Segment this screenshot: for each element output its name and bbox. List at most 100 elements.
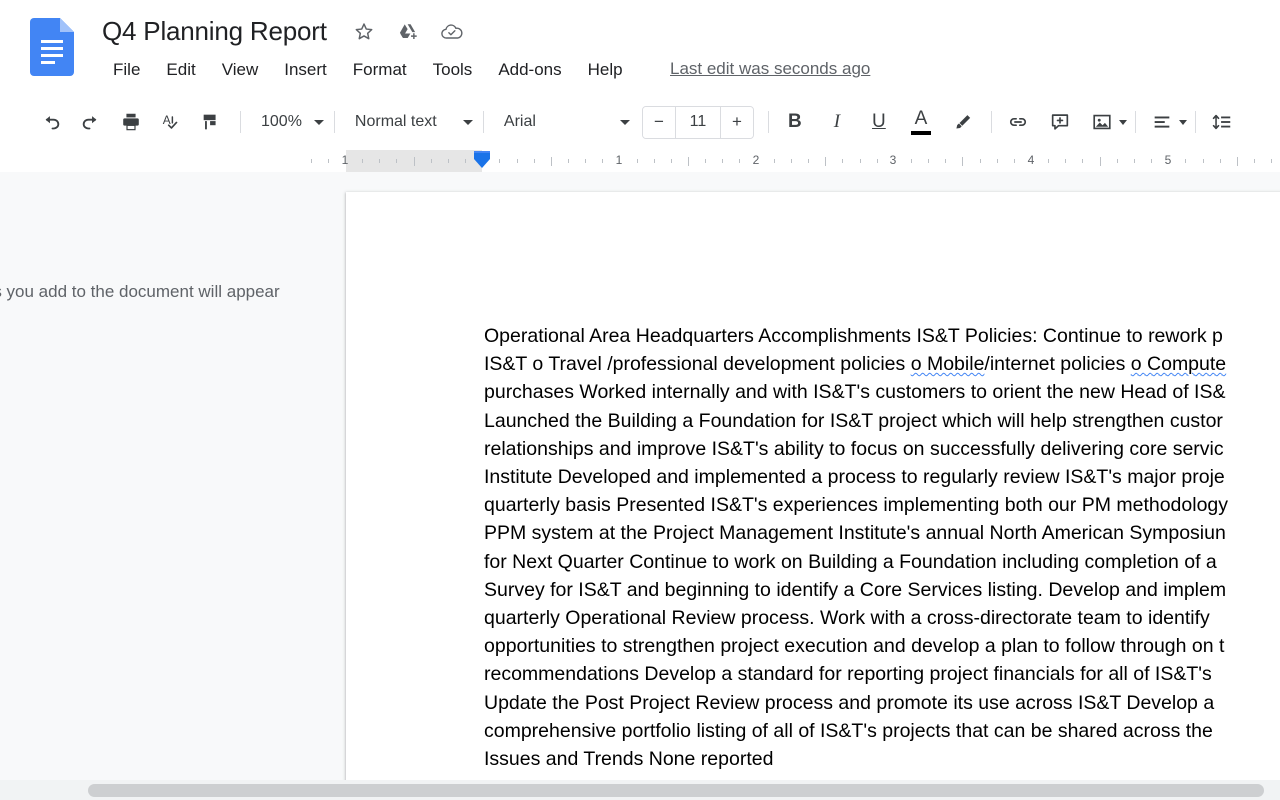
formatting-toolbar: A 100% Normal text Arial	[0, 98, 1280, 146]
print-button[interactable]	[116, 107, 146, 137]
move-to-drive-icon[interactable]	[396, 20, 420, 44]
document-ruler[interactable]: 1 1 2 3 4 5	[0, 150, 1280, 173]
toolbar-divider	[1135, 111, 1136, 133]
image-options-chevron-down-icon[interactable]	[1119, 120, 1127, 125]
ruler-number: 1	[616, 153, 623, 167]
ruler-tick	[671, 159, 672, 163]
document-page[interactable]: Operational Area Headquarters Accomplish…	[346, 192, 1280, 792]
align-button[interactable]	[1146, 106, 1178, 138]
indent-marker-bar	[474, 151, 490, 159]
svg-text:A: A	[163, 113, 171, 127]
menu-item-insert[interactable]: Insert	[271, 57, 340, 83]
horizontal-scrollbar-track[interactable]	[0, 780, 1280, 800]
ruler-tick	[362, 159, 363, 163]
highlight-color-button[interactable]	[947, 106, 979, 138]
font-size-input[interactable]: 11	[675, 107, 721, 138]
paragraph-style-selector[interactable]: Normal text	[345, 107, 479, 137]
paint-format-button[interactable]	[196, 107, 226, 137]
ruler-number: 2	[753, 153, 760, 167]
ruler-tick	[517, 159, 518, 163]
ruler-tick	[1203, 159, 1204, 163]
ruler-tick	[1082, 159, 1083, 163]
ruler-tick	[1100, 157, 1101, 166]
google-docs-icon[interactable]	[30, 18, 74, 76]
ruler-tick	[1134, 159, 1135, 163]
document-line: purchases Worked internally and with IS&…	[484, 378, 1280, 406]
google-docs-window: Q4 Planning Report	[0, 0, 1280, 800]
underline-button[interactable]: U	[863, 106, 895, 138]
line-spacing-button[interactable]	[1206, 106, 1238, 138]
saved-to-drive-cloud-icon[interactable]	[440, 20, 464, 44]
menu-item-tools[interactable]: Tools	[420, 57, 486, 83]
ruler-tick	[722, 159, 723, 163]
spellcheck-suggestion[interactable]: o Mobile	[911, 353, 985, 375]
document-line: Update the Post Project Review process a…	[484, 689, 1280, 717]
ruler-tick	[1117, 159, 1118, 163]
star-icon[interactable]	[352, 20, 376, 44]
toolbar-divider	[768, 111, 769, 133]
document-outline-panel[interactable]: Headings you add to the document will ap…	[0, 172, 346, 780]
document-text-body[interactable]: Operational Area Headquarters Accomplish…	[484, 322, 1280, 773]
redo-button[interactable]	[76, 107, 106, 137]
document-line: comprehensive portfolio listing of all o…	[484, 717, 1280, 745]
text-color-button[interactable]: A	[905, 106, 937, 138]
decrease-font-size-button[interactable]: −	[643, 107, 675, 138]
document-line: relationships and improve IS&T's ability…	[484, 435, 1280, 463]
toolbar-divider	[1195, 111, 1196, 133]
document-line: Institute Developed and implemented a pr…	[484, 463, 1280, 491]
document-line: IS&T o Travel /professional development …	[484, 350, 1280, 378]
ruler-tick	[396, 159, 397, 163]
ruler-tick	[1254, 159, 1255, 163]
horizontal-scroll-thumb[interactable]	[88, 784, 1264, 797]
ruler-tick	[637, 159, 638, 163]
last-edit-status[interactable]: Last edit was seconds ago	[670, 59, 870, 79]
text-color-label: A	[915, 108, 928, 130]
text-color-swatch	[911, 131, 931, 135]
document-line: Issues and Trends None reported	[484, 745, 1280, 773]
align-options-chevron-down-icon[interactable]	[1179, 120, 1187, 125]
toolbar-divider	[240, 111, 241, 133]
ruler-tick	[980, 159, 981, 163]
left-indent-marker[interactable]	[474, 151, 490, 168]
document-workspace: Headings you add to the document will ap…	[0, 172, 1280, 800]
ruler-tick	[585, 159, 586, 163]
add-comment-button[interactable]	[1044, 106, 1076, 138]
ruler-tick	[791, 159, 792, 163]
italic-button[interactable]: I	[821, 106, 853, 138]
font-family-selector[interactable]: Arial	[494, 107, 636, 137]
menu-item-edit[interactable]: Edit	[153, 57, 208, 83]
undo-button[interactable]	[36, 107, 66, 137]
menu-item-view[interactable]: View	[209, 57, 272, 83]
menu-item-add-ons[interactable]: Add-ons	[485, 57, 574, 83]
ruler-tick	[774, 159, 775, 163]
document-line: opportunities to strengthen project exec…	[484, 632, 1280, 660]
menu-item-format[interactable]: Format	[340, 57, 420, 83]
insert-image-button[interactable]	[1086, 106, 1118, 138]
document-title[interactable]: Q4 Planning Report	[102, 16, 327, 47]
ruler-tick	[534, 159, 535, 163]
ruler-tick	[602, 159, 603, 163]
spelling-check-button[interactable]: A	[156, 107, 186, 137]
toolbar-divider	[334, 111, 335, 133]
ruler-tick	[1237, 157, 1238, 166]
ruler-tick	[1185, 159, 1186, 163]
document-line: recommendations Develop a standard for r…	[484, 660, 1280, 688]
ruler-tick	[945, 159, 946, 163]
bold-button[interactable]: B	[779, 106, 811, 138]
insert-link-button[interactable]	[1002, 106, 1034, 138]
zoom-selector[interactable]: 100%	[251, 107, 330, 137]
ruler-tick	[1014, 159, 1015, 163]
ruler-tick	[705, 159, 706, 163]
font-size-stepper: − 11 +	[642, 106, 754, 139]
increase-font-size-button[interactable]: +	[721, 107, 753, 138]
ruler-number: 5	[1165, 153, 1172, 167]
zoom-value: 100%	[261, 113, 302, 131]
spellcheck-suggestion[interactable]: o Compute	[1131, 353, 1226, 375]
document-line: quarterly Operational Review process. Wo…	[484, 604, 1280, 632]
ruler-tick	[551, 157, 552, 166]
document-line: Operational Area Headquarters Accomplish…	[484, 322, 1280, 350]
ruler-tick	[877, 159, 878, 163]
ruler-tick	[499, 159, 500, 163]
menu-item-file[interactable]: File	[100, 57, 153, 83]
menu-item-help[interactable]: Help	[575, 57, 636, 83]
